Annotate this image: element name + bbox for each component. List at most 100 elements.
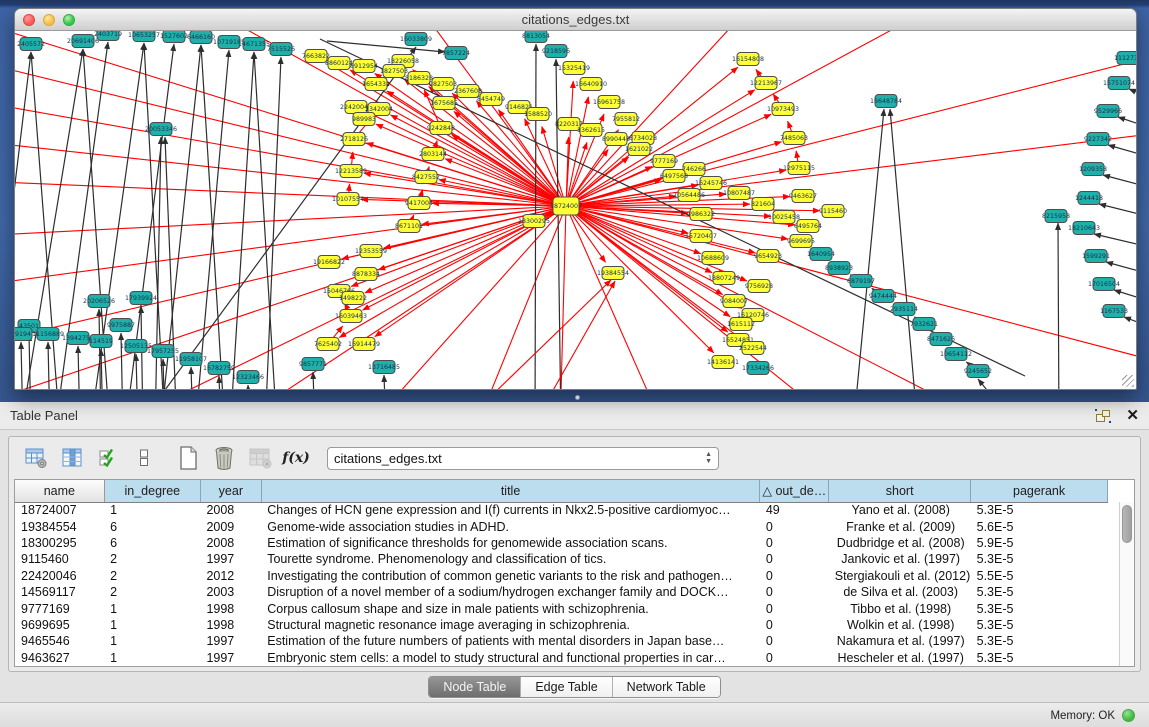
- graph-node[interactable]: 17016504: [1088, 278, 1120, 291]
- graph-node[interactable]: 16039463: [335, 310, 367, 323]
- graph-edge[interactable]: [313, 372, 315, 389]
- column-header-title[interactable]: title: [261, 480, 760, 502]
- graph-node[interactable]: 16961758: [593, 96, 625, 109]
- table-cell[interactable]: Nakamura et al. (1997): [829, 633, 971, 649]
- graph-node[interactable]: 9975887: [107, 319, 135, 332]
- graph-node[interactable]: 10807487: [723, 187, 755, 200]
- table-cell[interactable]: 18300295: [15, 535, 104, 551]
- table-cell[interactable]: 2003: [200, 584, 261, 600]
- table-cell[interactable]: 49: [760, 502, 829, 518]
- graph-node[interactable]: 1640954: [807, 248, 835, 261]
- graph-node[interactable]: 7857224: [442, 47, 470, 60]
- table-cell[interactable]: 1: [104, 600, 200, 616]
- graph-node[interactable]: 9463627: [789, 190, 817, 203]
- table-cell[interactable]: 1997: [200, 633, 261, 649]
- new-table-button[interactable]: [173, 444, 203, 472]
- graph-node[interactable]: 19384554: [597, 267, 629, 280]
- graph-edge[interactable]: [125, 44, 174, 389]
- graph-node[interactable]: 6466160: [187, 31, 215, 44]
- float-panel-icon[interactable]: [1096, 410, 1110, 422]
- graph-edge[interactable]: [15, 206, 566, 346]
- graph-node[interactable]: 9417004: [405, 197, 433, 210]
- graph-node[interactable]: 989983: [352, 113, 376, 126]
- graph-node[interactable]: 1827503: [380, 65, 408, 78]
- graph-edge[interactable]: [201, 45, 225, 389]
- network-window[interactable]: citations_edges.txt 24055722069140624037…: [14, 8, 1137, 390]
- graph-edge[interactable]: [1118, 117, 1136, 136]
- graph-node[interactable]: 20564486: [673, 189, 705, 202]
- graph-node[interactable]: 1527602: [160, 31, 188, 43]
- column-header-pagerank[interactable]: pagerank: [971, 480, 1108, 502]
- table-cell[interactable]: 2: [104, 568, 200, 584]
- graph-node[interactable]: 1209358: [1079, 163, 1107, 176]
- table-cell[interactable]: Estimation of the future numbers of pati…: [261, 633, 760, 649]
- graph-node[interactable]: 16648784: [870, 95, 902, 108]
- window-resize-grip[interactable]: [1122, 375, 1134, 387]
- table-cell[interactable]: 5.6E-5: [971, 518, 1108, 534]
- table-cell[interactable]: 1997: [200, 650, 261, 666]
- graph-edge[interactable]: [121, 333, 123, 389]
- table-cell[interactable]: 0: [760, 535, 829, 551]
- node-table-grid[interactable]: namein_degreeyeartitle△ out_de…shortpage…: [15, 480, 1108, 666]
- graph-node[interactable]: 8454749: [477, 93, 505, 106]
- table-cell[interactable]: Hescheler et al. (1997): [829, 650, 971, 666]
- table-cell[interactable]: 5.3E-5: [971, 617, 1108, 633]
- graph-node[interactable]: 20206526: [83, 295, 115, 308]
- graph-node[interactable]: 14136141: [707, 356, 739, 369]
- table-row[interactable]: 946362711997Embryonic stem cells: a mode…: [15, 650, 1108, 666]
- table-cell[interactable]: 6: [104, 535, 200, 551]
- table-cell[interactable]: Changes of HCN gene expression and I(f) …: [261, 502, 760, 518]
- graph-edge[interactable]: [48, 342, 50, 389]
- table-cell[interactable]: 5.3E-5: [971, 502, 1108, 518]
- table-cell[interactable]: Stergiakouli et al. (2012): [829, 568, 971, 584]
- graph-node[interactable]: 7625402: [314, 338, 342, 351]
- table-cell[interactable]: 5.3E-5: [971, 633, 1108, 649]
- graph-node[interactable]: 9218596: [542, 45, 570, 58]
- graph-edge[interactable]: [560, 206, 566, 389]
- tab-network-table[interactable]: Network Table: [613, 677, 720, 697]
- delete-rows-button[interactable]: [209, 444, 239, 472]
- table-cell[interactable]: Wolkin et al. (1998): [829, 617, 971, 633]
- table-cell[interactable]: Dudbridge et al. (2008): [829, 535, 971, 551]
- graph-node[interactable]: 16640910: [575, 78, 607, 91]
- table-cell[interactable]: 0: [760, 600, 829, 616]
- graph-node[interactable]: 9777169: [650, 155, 678, 168]
- graph-node[interactable]: 2522544: [739, 342, 767, 355]
- graph-node[interactable]: 12213967: [750, 77, 782, 90]
- graph-node[interactable]: 16154808: [732, 53, 764, 66]
- graph-node[interactable]: 7955812: [612, 113, 640, 126]
- graph-edge[interactable]: [1129, 89, 1136, 108]
- graph-node[interactable]: 8215958: [1042, 210, 1070, 223]
- table-cell[interactable]: Jankovic et al. (1997): [829, 551, 971, 567]
- table-cell[interactable]: 0: [760, 617, 829, 633]
- graph-node[interactable]: 18210643: [1068, 222, 1100, 235]
- graph-edge[interactable]: [475, 206, 566, 389]
- table-cell[interactable]: Estimation of significance thresholds fo…: [261, 535, 760, 551]
- graph-node[interactable]: 17939924: [125, 292, 157, 305]
- graph-node[interactable]: 9245652: [964, 365, 992, 378]
- graph-edge[interactable]: [248, 385, 250, 389]
- graph-node[interactable]: 18300295: [518, 215, 550, 228]
- graph-node[interactable]: 8912954: [350, 60, 378, 73]
- table-cell[interactable]: 2008: [200, 535, 261, 551]
- table-cell[interactable]: 6: [104, 518, 200, 534]
- graph-node[interactable]: 1498222: [339, 292, 367, 305]
- graph-edge[interactable]: [1108, 145, 1136, 164]
- table-cell[interactable]: 0: [760, 584, 829, 600]
- graph-node[interactable]: 1615112: [727, 318, 755, 331]
- graph-edge[interactable]: [21, 342, 23, 389]
- graph-node[interactable]: 8860124: [325, 57, 353, 70]
- graph-node[interactable]: 16033809: [400, 33, 432, 46]
- table-cell[interactable]: 2009: [200, 518, 261, 534]
- graph-node[interactable]: 9654923: [754, 250, 782, 263]
- graph-node[interactable]: 15720407: [685, 230, 717, 243]
- table-row[interactable]: 977716911998Corpus callosum shape and si…: [15, 600, 1108, 616]
- graph-node[interactable]: 39194: [15, 328, 32, 341]
- table-row[interactable]: 911546021997Tourette syndrome. Phenomeno…: [15, 551, 1108, 567]
- table-cell[interactable]: 5.5E-5: [971, 568, 1108, 584]
- graph-node[interactable]: 9242848: [427, 122, 455, 135]
- graph-edge[interactable]: [455, 280, 611, 389]
- table-cell[interactable]: Genome-wide association studies in ADHD.: [261, 518, 760, 534]
- graph-node[interactable]: 6495764: [794, 220, 822, 233]
- memory-ok-indicator[interactable]: [1122, 709, 1135, 722]
